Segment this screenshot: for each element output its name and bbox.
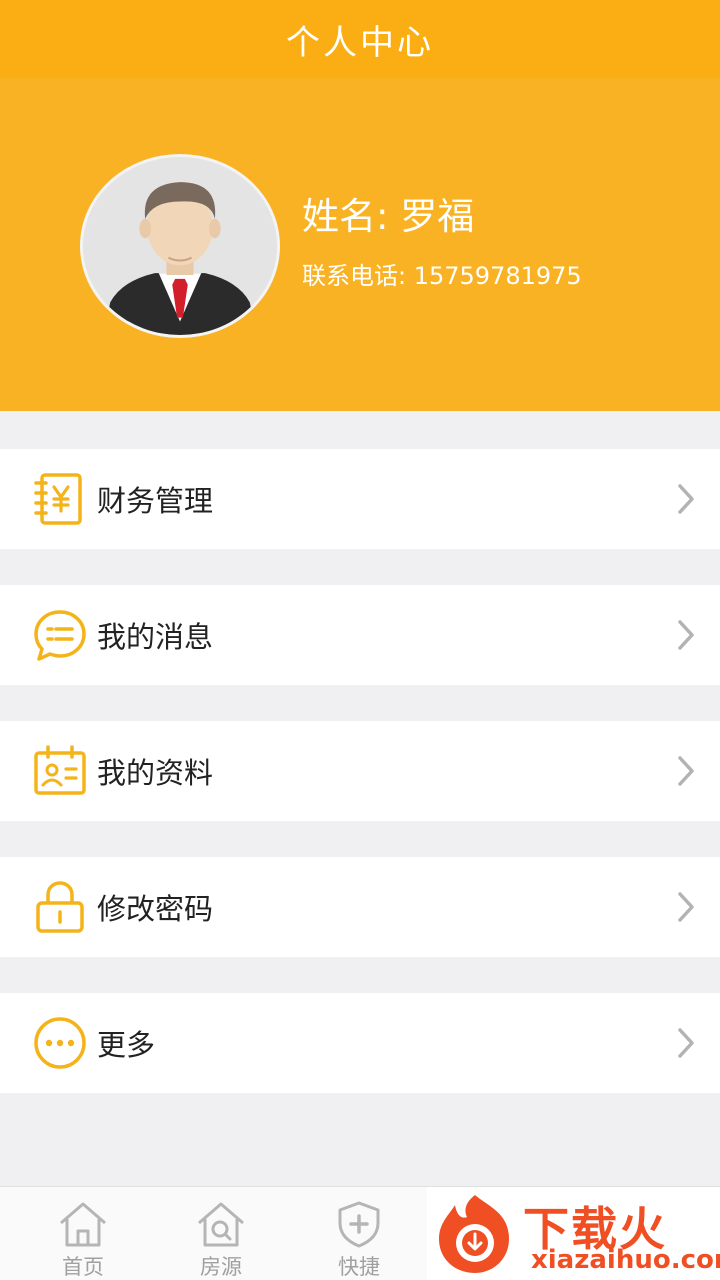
menu-label-change-password: 修改密码 [97, 892, 214, 926]
menu-label-more: 更多 [97, 1028, 156, 1062]
page-title: 个人中心 [286, 22, 434, 63]
watermark-logo: 下载火 xiazaihuo.com [427, 1187, 720, 1280]
shield-plus-icon [338, 1201, 380, 1248]
more-icon [32, 1015, 88, 1071]
avatar[interactable] [80, 154, 280, 338]
profile-header: 姓名: 罗福 联系电话: 15759781975 [0, 78, 720, 411]
message-icon [32, 607, 88, 663]
menu-item-change-password[interactable]: 修改密码 [0, 857, 720, 957]
menu-item-messages[interactable]: 我的消息 [0, 585, 720, 685]
flame-logo-icon [439, 1195, 509, 1273]
home-icon [60, 1202, 106, 1247]
menu-item-finance[interactable]: 财务管理 [0, 449, 720, 549]
tab-home[interactable]: 首页 [33, 1199, 133, 1280]
chevron-right-icon [672, 754, 700, 788]
chevron-right-icon [672, 1026, 700, 1060]
menu-label-finance: 财务管理 [97, 484, 214, 518]
lock-icon [32, 879, 88, 935]
chevron-right-icon [672, 890, 700, 924]
title-bar: 个人中心 [0, 0, 720, 78]
menu-item-profile[interactable]: 我的资料 [0, 721, 720, 821]
tab-listings[interactable]: 房源 [171, 1199, 271, 1280]
house-search-icon [198, 1202, 244, 1247]
avatar-person-icon [83, 157, 277, 335]
profile-card-icon [32, 743, 88, 799]
tab-label-home: 首页 [62, 1255, 104, 1279]
profile-name: 姓名: 罗福 [302, 195, 475, 238]
finance-icon [32, 471, 88, 527]
menu-item-more[interactable]: 更多 [0, 993, 720, 1093]
menu-label-profile: 我的资料 [97, 756, 214, 790]
tab-shortcut[interactable]: 快捷 [309, 1199, 409, 1280]
profile-phone: 联系电话: 15759781975 [302, 262, 582, 290]
chevron-right-icon [672, 618, 700, 652]
chevron-right-icon [672, 482, 700, 516]
watermark-url: xiazaihuo.com [531, 1245, 720, 1275]
tab-label-listings: 房源 [200, 1255, 242, 1279]
tab-label-shortcut: 快捷 [338, 1255, 380, 1279]
menu-label-messages: 我的消息 [97, 620, 214, 654]
